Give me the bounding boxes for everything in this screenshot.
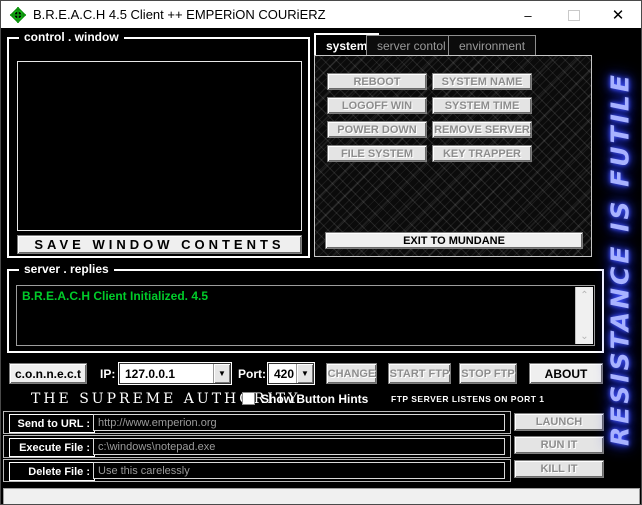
logoff-win-button[interactable]: LOGOFF WIN: [327, 97, 427, 114]
start-ftp-button[interactable]: START FTP: [388, 363, 451, 384]
show-button-hints-label: Show Button Hints: [261, 392, 368, 406]
port-combobox[interactable]: 420 ▼: [268, 363, 314, 384]
scroll-down-icon[interactable]: ⌄: [576, 328, 593, 344]
status-bar: [3, 488, 640, 504]
supreme-authority-text: THE SUPREME AUTHORITY: [31, 391, 300, 407]
title-bar: B.R.E.A.C.H 4.5 Client ++ EMPERiON COURi…: [1, 1, 641, 29]
delete-file-label: Delete File :: [9, 462, 95, 481]
app-icon: [9, 6, 27, 24]
launch-button[interactable]: LAUNCH: [514, 413, 604, 431]
change-button[interactable]: CHANGE: [326, 363, 377, 384]
send-url-label: Send to URL :: [9, 414, 95, 433]
send-url-row: Send to URL :: [3, 411, 511, 434]
control-window-legend: control . window: [19, 30, 124, 44]
reboot-button[interactable]: REBOOT: [327, 73, 427, 90]
kill-it-button[interactable]: KILL IT: [514, 460, 604, 478]
send-url-input[interactable]: [93, 414, 505, 431]
resistance-banner: RESISTANCE IS FUTILE: [600, 31, 640, 487]
control-window-display: [17, 61, 302, 231]
server-replies-group: server . replies B.R.E.A.C.H Client Init…: [7, 269, 604, 353]
key-trapper-button[interactable]: KEY TRAPPER: [432, 145, 532, 162]
show-button-hints-checkbox[interactable]: [242, 392, 255, 405]
run-it-button[interactable]: RUN IT: [514, 436, 604, 454]
server-replies-legend: server . replies: [19, 262, 114, 276]
tab-server-contol[interactable]: server contol: [366, 35, 457, 56]
scroll-up-icon[interactable]: ⌃: [576, 287, 593, 303]
ip-dropdown-icon[interactable]: ▼: [213, 364, 230, 383]
minimize-button[interactable]: –: [505, 1, 551, 29]
ftp-listen-note: FTP SERVER LISTENS ON PORT 1: [391, 394, 545, 404]
execute-file-label: Execute File :: [9, 438, 95, 457]
delete-file-row: Delete File :: [3, 459, 511, 482]
breach-client-window: { "window": { "title": "B.R.E.A.C.H 4.5 …: [0, 0, 642, 505]
window-title: B.R.E.A.C.H 4.5 Client ++ EMPERiON COURi…: [33, 7, 326, 22]
ip-combobox[interactable]: 127.0.0.1 ▼: [119, 363, 231, 384]
exit-to-mundane-button[interactable]: EXIT TO MUNDANE: [325, 232, 583, 249]
about-button[interactable]: ABOUT: [529, 363, 603, 384]
reply-message: B.R.E.A.C.H Client Initialized. 4.5: [17, 286, 594, 306]
file-system-button[interactable]: FILE SYSTEM: [327, 145, 427, 162]
execute-file-input[interactable]: [93, 438, 505, 455]
connect-button[interactable]: c.o.n.n.e.c.t: [9, 363, 87, 384]
port-value: 420: [269, 367, 296, 381]
server-replies-listbox[interactable]: B.R.E.A.C.H Client Initialized. 4.5 ⌃ ⌄: [16, 285, 595, 346]
maximize-icon: [568, 10, 580, 21]
system-name-button[interactable]: SYSTEM NAME: [432, 73, 532, 90]
replies-scrollbar[interactable]: ⌃ ⌄: [575, 287, 593, 344]
close-button[interactable]: ✕: [595, 1, 641, 29]
save-window-contents-button[interactable]: SAVE WINDOW CONTENTS: [17, 235, 302, 254]
ip-label: IP:: [100, 367, 115, 381]
stop-ftp-button[interactable]: STOP FTP: [459, 363, 517, 384]
tab-environment[interactable]: environment: [448, 35, 536, 56]
remove-server-button[interactable]: REMOVE SERVER: [432, 121, 532, 138]
ip-value: 127.0.0.1: [120, 367, 213, 381]
system-tab-panel: REBOOT SYSTEM NAME LOGOFF WIN SYSTEM TIM…: [314, 55, 592, 257]
port-dropdown-icon[interactable]: ▼: [296, 364, 313, 383]
port-label: Port:: [238, 367, 266, 381]
system-time-button[interactable]: SYSTEM TIME: [432, 97, 532, 114]
power-down-button[interactable]: POWER DOWN: [327, 121, 427, 138]
control-window-group: control . window SAVE WINDOW CONTENTS: [7, 37, 310, 258]
execute-file-row: Execute File :: [3, 435, 511, 458]
maximize-button: [551, 1, 597, 29]
delete-file-input[interactable]: [93, 462, 505, 479]
